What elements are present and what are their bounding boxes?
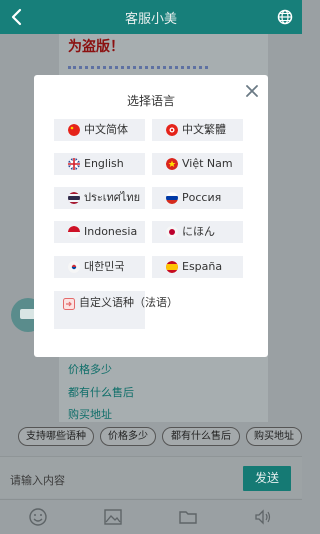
lang-label: 대한민국 — [84, 260, 125, 273]
emoji-icon[interactable] — [28, 507, 48, 527]
dialog-title: 选择语言 — [126, 94, 175, 108]
lang-label: にほん — [182, 225, 215, 238]
lang-label: ประเทศไทย — [84, 191, 141, 204]
globe-icon[interactable] — [277, 9, 293, 25]
lang-option-ko[interactable]: 대한민국 — [54, 256, 145, 278]
spain-flag-icon — [166, 261, 178, 273]
faq-link-aftersales[interactable]: 都有什么售后 — [68, 384, 134, 400]
lang-label: España — [182, 260, 223, 273]
lang-label: 自定义语种（法语） — [79, 296, 178, 309]
lang-option-ru[interactable]: Россия — [152, 187, 243, 209]
quick-reply-address[interactable]: 购买地址 — [246, 427, 302, 446]
lang-option-zh-tw[interactable]: 中文繁體 — [152, 119, 243, 141]
custom-language-icon — [63, 298, 75, 310]
faq-link-price[interactable]: 价格多少 — [68, 361, 112, 377]
russia-flag-icon — [166, 192, 178, 204]
faq-link-address[interactable]: 购买地址 — [68, 406, 112, 422]
lang-label: Việt Nam — [182, 157, 233, 170]
lang-option-ja[interactable]: にほん — [152, 221, 243, 243]
china-flag-icon — [68, 124, 80, 136]
image-icon[interactable] — [103, 507, 123, 527]
japan-flag-icon — [166, 226, 178, 238]
uk-flag-icon — [68, 158, 80, 170]
lang-label: 中文简体 — [84, 123, 128, 136]
folder-icon[interactable] — [178, 507, 198, 527]
indonesia-flag-icon — [68, 226, 80, 238]
top-bar: 客服小美 — [0, 0, 302, 34]
quick-reply-price[interactable]: 价格多少 — [100, 427, 156, 446]
page-title: 客服小美 — [124, 12, 177, 27]
lang-option-id[interactable]: Indonesia — [54, 221, 145, 243]
lang-label: Indonesia — [84, 225, 138, 238]
lang-label: Россия — [182, 191, 222, 204]
hongkong-flag-icon — [166, 124, 178, 136]
lang-option-es[interactable]: España — [152, 256, 243, 278]
speaker-icon[interactable] — [253, 507, 273, 527]
lang-option-th[interactable]: ประเทศไทย — [54, 187, 145, 209]
quick-reply-aftersales[interactable]: 都有什么售后 — [162, 427, 240, 446]
close-icon[interactable] — [245, 84, 259, 98]
language-dialog: 选择语言 中文简体 中文繁體 English Việt Nam ประเทศไท… — [34, 75, 268, 357]
lang-option-zh-cn[interactable]: 中文简体 — [54, 119, 145, 141]
lang-label: English — [84, 157, 124, 170]
message-input[interactable]: 请输入内容 — [10, 472, 65, 488]
thailand-flag-icon — [68, 192, 80, 204]
vietnam-flag-icon — [166, 158, 178, 170]
korea-flag-icon — [68, 261, 80, 273]
send-button[interactable]: 发送 — [243, 466, 291, 491]
lang-option-vi[interactable]: Việt Nam — [152, 153, 243, 175]
lang-option-custom[interactable]: 自定义语种（法语） — [54, 291, 178, 329]
warning-text: 为盗版！ — [68, 39, 124, 55]
lang-label: 中文繁體 — [182, 123, 226, 136]
lang-option-en[interactable]: English — [54, 153, 145, 175]
quick-reply-languages[interactable]: 支持哪些语种 — [18, 427, 94, 446]
